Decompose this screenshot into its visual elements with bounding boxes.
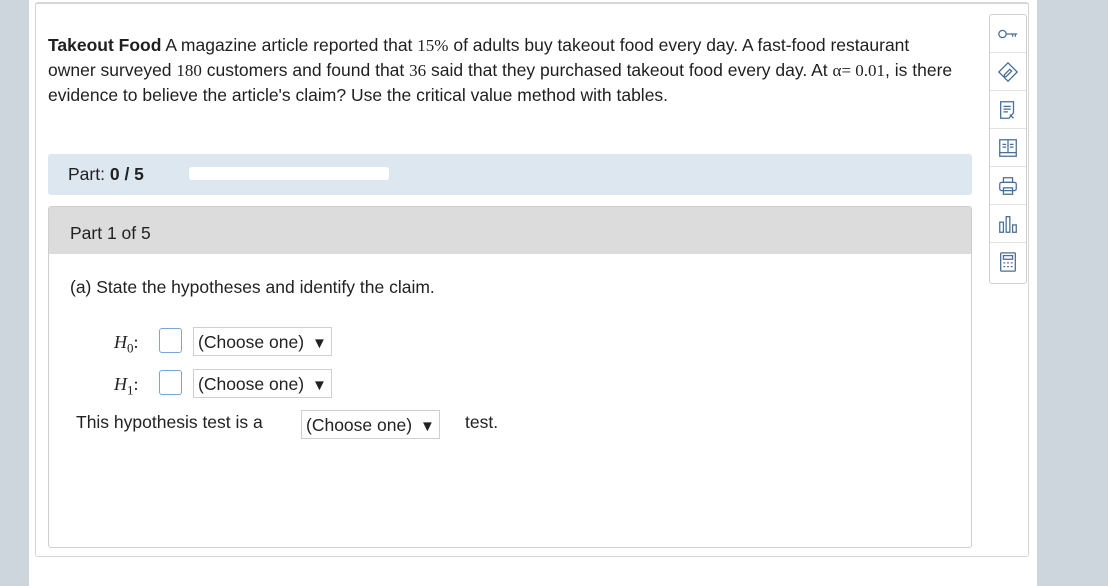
chevron-down-icon: ▼ xyxy=(312,377,327,394)
part-header: Part 1 of 5 xyxy=(49,207,971,254)
problem-text: A magazine article reported that xyxy=(165,35,413,55)
found-value: 36 xyxy=(409,61,427,80)
problem-text: customers and found that xyxy=(206,60,405,80)
chevron-down-icon: ▼ xyxy=(312,335,327,352)
h0-select[interactable]: (Choose one) ▼ xyxy=(193,327,332,356)
test-type-select-value: (Choose one) xyxy=(306,415,413,435)
test-type-select[interactable]: (Choose one) ▼ xyxy=(301,410,440,439)
part-progress-bar: Part: 0 / 5 xyxy=(48,154,972,195)
test-type-suffix: test. xyxy=(465,412,499,432)
part-heading: Part 1 of 5 xyxy=(70,223,151,243)
chevron-down-icon: ▼ xyxy=(420,418,435,435)
h0-answer-box[interactable] xyxy=(159,328,182,353)
h0-label: H0: xyxy=(114,332,139,356)
question-panel: Takeout Food A magazine article reported… xyxy=(35,2,1029,557)
alpha-value: = 0.01 xyxy=(841,61,886,80)
page: Takeout Food A magazine article reported… xyxy=(29,0,1037,586)
part-progress-label: Part: 0 / 5 xyxy=(68,164,144,185)
percent-value: 15% xyxy=(417,36,449,55)
calculator-icon[interactable] xyxy=(990,243,1026,281)
side-toolbar xyxy=(989,14,1027,284)
problem-statement: Takeout Food A magazine article reported… xyxy=(48,33,958,107)
key-icon[interactable] xyxy=(990,15,1026,53)
surveyed-value: 180 xyxy=(176,61,202,80)
pencil-diamond-icon[interactable] xyxy=(990,53,1026,91)
test-type-label: This hypothesis test is a xyxy=(76,412,263,432)
progress-track xyxy=(189,167,389,180)
part-box: Part 1 of 5 (a) State the hypotheses and… xyxy=(48,206,972,548)
part-label-text: Part: xyxy=(68,164,105,184)
bar-chart-icon[interactable] xyxy=(990,205,1026,243)
part-question: (a) State the hypotheses and identify th… xyxy=(70,277,435,297)
print-icon[interactable] xyxy=(990,167,1026,205)
book-icon[interactable] xyxy=(990,129,1026,167)
problem-text: said that they purchased takeout food ev… xyxy=(431,60,828,80)
h1-select[interactable]: (Choose one) ▼ xyxy=(193,369,332,398)
h0-select-value: (Choose one) xyxy=(198,332,305,352)
problem-title: Takeout Food xyxy=(48,35,162,55)
part-progress-count: 0 / 5 xyxy=(109,164,144,184)
h1-select-value: (Choose one) xyxy=(198,374,305,394)
document-icon[interactable] xyxy=(990,91,1026,129)
h1-answer-box[interactable] xyxy=(159,370,182,395)
h1-label: H1: xyxy=(114,374,139,398)
